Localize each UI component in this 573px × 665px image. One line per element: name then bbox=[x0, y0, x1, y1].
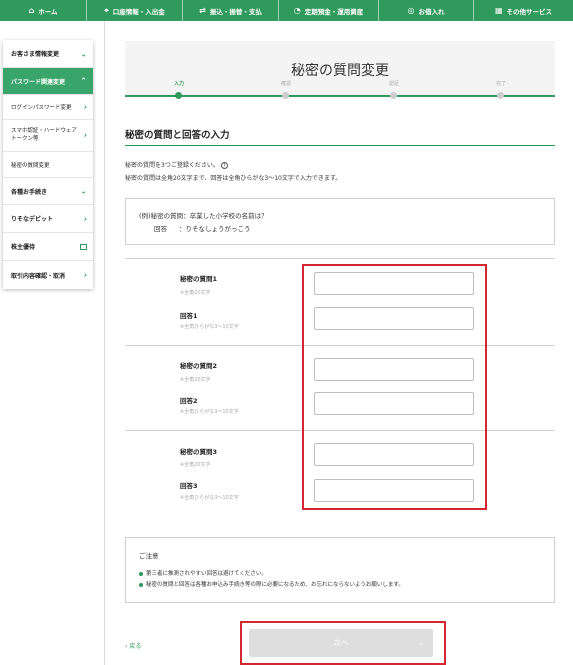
sidebar-item-secret-question[interactable]: 秘密の質問変更 bbox=[3, 152, 93, 178]
page-title: 秘密の質問変更 bbox=[291, 63, 389, 79]
chevron-right-icon: › bbox=[83, 130, 87, 140]
answer-2-label: 回答2 bbox=[180, 397, 198, 405]
divider bbox=[125, 258, 555, 259]
bullet-icon bbox=[139, 571, 143, 576]
section-title: 秘密の質問と回答の入力 bbox=[125, 130, 230, 141]
step-dot-current bbox=[175, 92, 182, 99]
sidebar: お客さま情報変更 ⌄ パスワード関連変更 ⌃ ログインパスワード変更 › スマホ認証・… bbox=[3, 40, 93, 289]
question-2-hint: ※全角20文字 bbox=[180, 377, 211, 383]
chevron-up-icon: ⌃ bbox=[80, 76, 87, 86]
caution-box: ご注意 第三者に推測されやすい回答は避けてください。 秘密の質問と回答は各種お申… bbox=[125, 537, 555, 603]
home-icon: ⌂ bbox=[28, 5, 35, 15]
question-3-hint: ※全角20文字 bbox=[180, 462, 211, 468]
chevron-down-icon: ⌄ bbox=[80, 49, 87, 58]
example-answer-value: ：りそなしょうがっこう bbox=[179, 225, 251, 233]
question-2-label: 秘密の質問2 bbox=[180, 362, 218, 370]
caution-item: 第三者に推測されやすい回答は避けてください。 bbox=[139, 569, 267, 577]
sidebar-item-password[interactable]: パスワード関連変更 ⌃ bbox=[3, 68, 93, 95]
chevron-right-icon: › bbox=[83, 270, 87, 280]
step-label-confirm: 確認 bbox=[280, 81, 291, 87]
answer-3-hint: ※全角ひらがな3～10文字 bbox=[180, 495, 239, 501]
transfer-icon: ⇄ bbox=[199, 5, 206, 15]
step-progress-bar bbox=[125, 95, 555, 97]
section-underline bbox=[125, 145, 555, 146]
step-label-complete: 完了 bbox=[495, 81, 506, 87]
external-link-icon bbox=[80, 243, 87, 250]
help-icon[interactable]: ? bbox=[220, 162, 228, 169]
step-dot bbox=[282, 92, 289, 99]
chevron-down-icon: ⌄ bbox=[80, 186, 87, 196]
answer-3-label: 回答3 bbox=[180, 482, 198, 490]
top-nav: ⌂ ホーム ⌖ 口座情報・入出金 ⇄ 振込・振替・支払 ◔ 定期預金・運用資産 ◎ お借入… bbox=[0, 0, 573, 21]
question-1-hint: ※全角20文字 bbox=[180, 290, 211, 296]
step-dot bbox=[390, 92, 397, 99]
example-box: (例)秘密の質問：卒業した小学校の名前は？ 回答 ：りそなしょうがっこう bbox=[125, 198, 555, 245]
step-dot bbox=[497, 92, 504, 99]
answer-1-label: 回答1 bbox=[180, 312, 198, 320]
step-label-input: 入力 bbox=[173, 81, 184, 87]
instruction-text: 秘密の質問を3つご登録ください。? bbox=[125, 160, 228, 169]
bank-icon: ⌖ bbox=[104, 5, 109, 15]
example-question: (例)秘密の質問：卒業した小学校の名前は？ bbox=[139, 212, 268, 220]
sidebar-item-login-password[interactable]: ログインパスワード変更 › bbox=[3, 95, 93, 120]
answer-1-hint: ※全角ひらがな3～10文字 bbox=[180, 324, 239, 330]
caution-title: ご注意 bbox=[139, 552, 159, 560]
nav-other[interactable]: ▦ その他サービス bbox=[474, 0, 573, 21]
instruction-text-2: 秘密の質問は全角20文字まで、回答は全角ひらがな3～10文字で入力できます。 bbox=[125, 175, 342, 182]
nav-account[interactable]: ⌖ 口座情報・入出金 bbox=[87, 0, 183, 21]
sidebar-item-debit[interactable]: りそなデビット › bbox=[3, 205, 93, 233]
bullet-icon bbox=[139, 582, 143, 587]
sidebar-item-shareholder[interactable]: 株主優待 bbox=[3, 233, 93, 261]
chevron-right-icon: › bbox=[83, 102, 87, 112]
nav-transfer[interactable]: ⇄ 振込・振替・支払 bbox=[183, 0, 279, 21]
answer-2-hint: ※全角ひらがな3～10文字 bbox=[180, 409, 239, 415]
nav-loan[interactable]: ◎ お借入れ bbox=[379, 0, 474, 21]
grid-icon: ▦ bbox=[494, 5, 503, 15]
sidebar-item-smartphone-auth[interactable]: スマホ認証・ハードウェアトークン等 › bbox=[3, 120, 93, 152]
nav-home[interactable]: ⌂ ホーム bbox=[0, 0, 87, 21]
piggy-bank-icon: ◔ bbox=[293, 5, 301, 15]
sidebar-item-procedures[interactable]: 各種お手続き ⌄ bbox=[3, 178, 93, 205]
example-answer-label: 回答 bbox=[154, 225, 167, 233]
sidebar-item-customer-info[interactable]: お客さま情報変更 ⌄ bbox=[3, 40, 93, 68]
sidebar-item-transactions[interactable]: 取引内容確認・取消 › bbox=[3, 261, 93, 289]
content-divider bbox=[104, 21, 105, 665]
step-header: 秘密の質問変更 bbox=[125, 41, 555, 96]
nav-deposit[interactable]: ◔ 定期預金・運用資産 bbox=[279, 0, 379, 21]
next-highlight-box bbox=[240, 621, 446, 665]
back-link[interactable]: ‹ 戻る bbox=[125, 641, 141, 650]
input-highlight-box bbox=[302, 264, 487, 510]
loan-icon: ◎ bbox=[407, 5, 415, 15]
question-3-label: 秘密の質問3 bbox=[180, 448, 218, 456]
question-1-label: 秘密の質問1 bbox=[180, 275, 218, 283]
step-label-auth: 認証 bbox=[388, 81, 399, 87]
caution-item: 秘密の質問と回答は各種お申込み手続き等の際に必要になるため、お忘れにならないよう… bbox=[139, 580, 404, 588]
chevron-right-icon: › bbox=[83, 214, 87, 223]
